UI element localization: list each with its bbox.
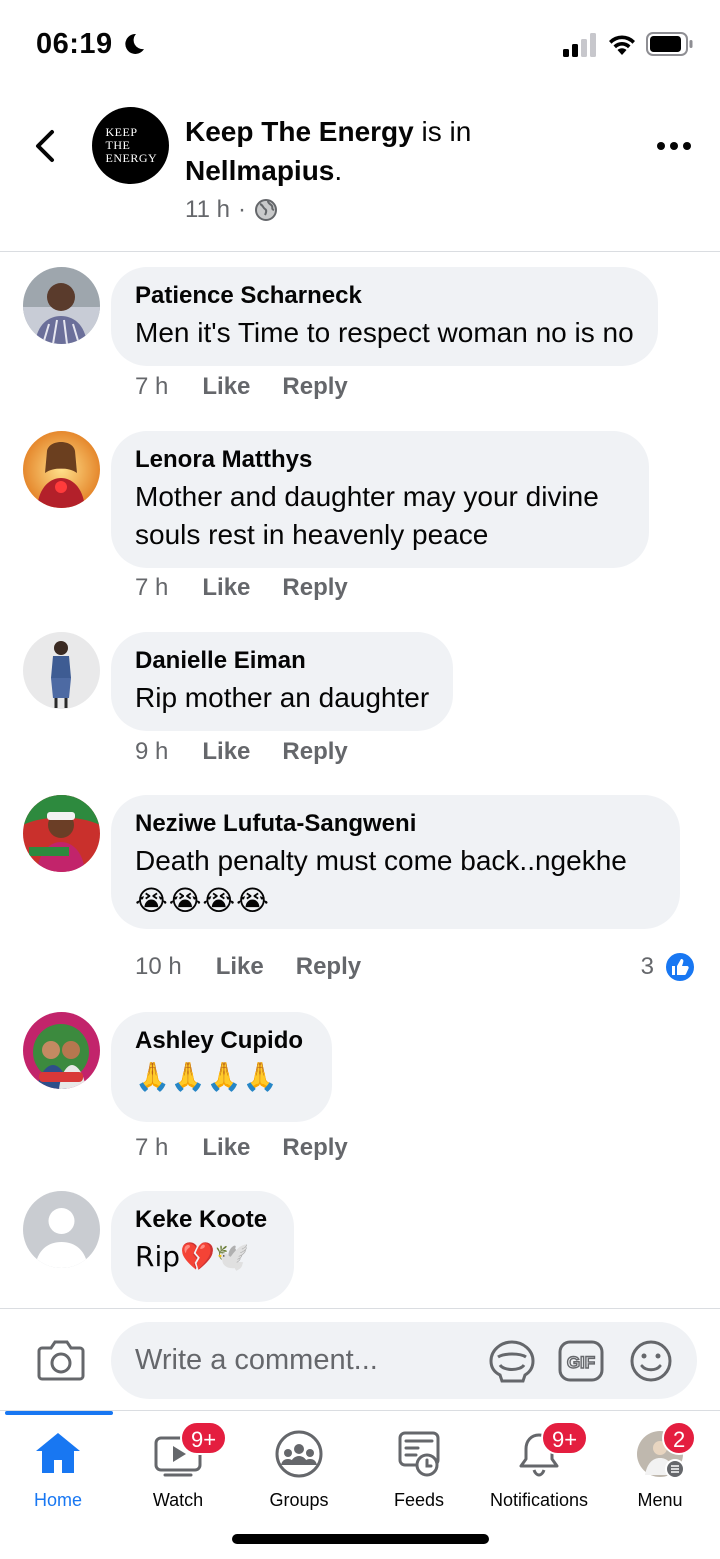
meta-dot: · bbox=[237, 196, 246, 223]
tab-notifications[interactable]: 9+ Notifications bbox=[479, 1411, 599, 1521]
tab-label: Groups bbox=[269, 1490, 329, 1510]
comment-time: 7 h bbox=[135, 373, 169, 400]
commenter-name[interactable]: Keke Koote bbox=[135, 1205, 270, 1235]
reply-button[interactable]: Reply bbox=[282, 1134, 347, 1162]
gif-icon[interactable]: GIF bbox=[557, 1339, 605, 1383]
post-time: 11 h bbox=[185, 196, 230, 223]
comment-emojis: 😭😭😭😭 bbox=[135, 884, 270, 917]
comment-actions: 10 h Like Reply bbox=[135, 953, 393, 981]
tab-home[interactable]: Home bbox=[0, 1411, 118, 1521]
comment-bubble[interactable]: Danielle Eiman Rip mother an daughter bbox=[111, 632, 454, 731]
avatar[interactable] bbox=[23, 431, 100, 508]
groups-icon bbox=[275, 1430, 323, 1478]
comment-composer: GIF bbox=[0, 1308, 720, 1410]
comment-emojis: 🙏🙏🙏🙏 bbox=[135, 1060, 279, 1093]
avatar[interactable] bbox=[23, 267, 100, 344]
globe-icon bbox=[254, 199, 277, 221]
location-name[interactable]: Nellmapius bbox=[185, 155, 334, 186]
avatar[interactable] bbox=[23, 795, 100, 872]
comment-text: Rip💔🕊️ bbox=[135, 1240, 250, 1273]
tab-label: Feeds bbox=[393, 1490, 445, 1510]
tab-feeds[interactable]: Feeds bbox=[359, 1411, 479, 1521]
like-button[interactable]: Like bbox=[202, 738, 250, 766]
page-avatar[interactable]: KEEP THE ENERGY bbox=[92, 107, 169, 184]
signal-icon bbox=[563, 33, 596, 57]
commenter-name[interactable]: Danielle Eiman bbox=[135, 646, 429, 676]
commenter-name[interactable]: Lenora Matthys bbox=[135, 445, 625, 475]
reply-button[interactable]: Reply bbox=[282, 574, 347, 602]
moon-icon bbox=[125, 33, 144, 54]
comment-bubble[interactable]: Patience Scharneck Men it's Time to resp… bbox=[111, 267, 658, 366]
comment-bubble[interactable]: Keke Koote Rip💔🕊️ bbox=[111, 1191, 294, 1302]
page-name[interactable]: Keep The Energy bbox=[185, 116, 414, 147]
title-period: . bbox=[334, 155, 343, 186]
commenter-name[interactable]: Ashley Cupido bbox=[135, 1026, 308, 1056]
comment-actions: 7 h Like Reply bbox=[135, 574, 380, 602]
notification-badge: 2 bbox=[662, 1421, 697, 1455]
avatar[interactable] bbox=[23, 632, 100, 709]
avatar-sticker-icon[interactable] bbox=[488, 1339, 536, 1383]
back-arrow-icon[interactable] bbox=[26, 126, 66, 166]
status-bar: 06:19 bbox=[0, 0, 720, 90]
more-options-icon[interactable] bbox=[652, 132, 696, 160]
notification-badge: 9+ bbox=[541, 1421, 589, 1455]
comment-actions: 7 h Like Reply bbox=[135, 1134, 380, 1162]
tab-label: Notifications bbox=[489, 1490, 589, 1510]
comment-text: Death penalty must come back..ngekhe bbox=[135, 845, 627, 876]
post-header: KEEP THE ENERGY Keep The Energy is in Ne… bbox=[0, 90, 720, 252]
status-time: 06:19 bbox=[36, 28, 113, 60]
comment-bubble[interactable]: Lenora Matthys Mother and daughter may y… bbox=[111, 431, 649, 568]
post-meta: 11 h · bbox=[185, 196, 278, 224]
like-button[interactable]: Like bbox=[202, 373, 250, 401]
avatar-logo-line: ENERGY bbox=[105, 151, 158, 165]
tab-watch[interactable]: 9+ Watch bbox=[118, 1411, 238, 1521]
like-button[interactable]: Like bbox=[216, 953, 264, 981]
comment-bubble[interactable]: Neziwe Lufuta-Sangweni Death penalty mus… bbox=[111, 795, 680, 929]
comment-time: 9 h bbox=[135, 738, 169, 765]
feeds-icon bbox=[398, 1431, 440, 1477]
comment-actions: 7 h Like Reply bbox=[135, 373, 380, 401]
comment-bubble[interactable]: Ashley Cupido 🙏🙏🙏🙏 bbox=[111, 1012, 332, 1122]
comment-text: Rip mother an daughter bbox=[135, 682, 430, 713]
camera-icon[interactable] bbox=[36, 1338, 86, 1382]
commenter-name[interactable]: Patience Scharneck bbox=[135, 281, 634, 311]
comment-time: 7 h bbox=[135, 574, 169, 601]
comment-time: 7 h bbox=[135, 1134, 169, 1161]
reply-button[interactable]: Reply bbox=[282, 738, 347, 766]
comment-text: Mother and daughter may your divine soul… bbox=[135, 481, 599, 550]
like-button[interactable]: Like bbox=[202, 1134, 250, 1162]
commenter-name[interactable]: Neziwe Lufuta-Sangweni bbox=[135, 809, 656, 839]
default-avatar-icon[interactable] bbox=[23, 1191, 100, 1268]
tab-label: Home bbox=[33, 1490, 82, 1510]
comment-actions: 9 h Like Reply bbox=[135, 738, 380, 766]
notification-badge: 9+ bbox=[180, 1421, 228, 1455]
thumbs-up-icon bbox=[664, 951, 696, 983]
reaction-summary[interactable]: 3 bbox=[641, 951, 696, 983]
reply-button[interactable]: Reply bbox=[282, 373, 347, 401]
avatar[interactable] bbox=[23, 1012, 100, 1089]
home-icon bbox=[36, 1433, 80, 1473]
tab-label: Menu bbox=[637, 1490, 683, 1510]
is-in-text: is in bbox=[413, 116, 472, 147]
reaction-count: 3 bbox=[640, 953, 654, 980]
svg-text:GIF: GIF bbox=[567, 1353, 595, 1372]
wifi-icon bbox=[609, 35, 635, 55]
reply-button[interactable]: Reply bbox=[296, 953, 361, 981]
comment-input[interactable] bbox=[111, 1322, 697, 1399]
battery-icon bbox=[646, 32, 693, 56]
post-title: Keep The Energy is in Nellmapius. bbox=[185, 112, 605, 190]
tab-menu[interactable]: 2 Menu bbox=[600, 1411, 720, 1521]
emoji-icon[interactable] bbox=[627, 1339, 675, 1383]
like-button[interactable]: Like bbox=[202, 574, 250, 602]
comment-text: Men it's Time to respect woman no is no bbox=[135, 317, 634, 348]
tab-groups[interactable]: Groups bbox=[239, 1411, 359, 1521]
tab-label: Watch bbox=[152, 1490, 204, 1510]
comment-time: 10 h bbox=[135, 953, 182, 980]
home-indicator bbox=[232, 1534, 489, 1544]
